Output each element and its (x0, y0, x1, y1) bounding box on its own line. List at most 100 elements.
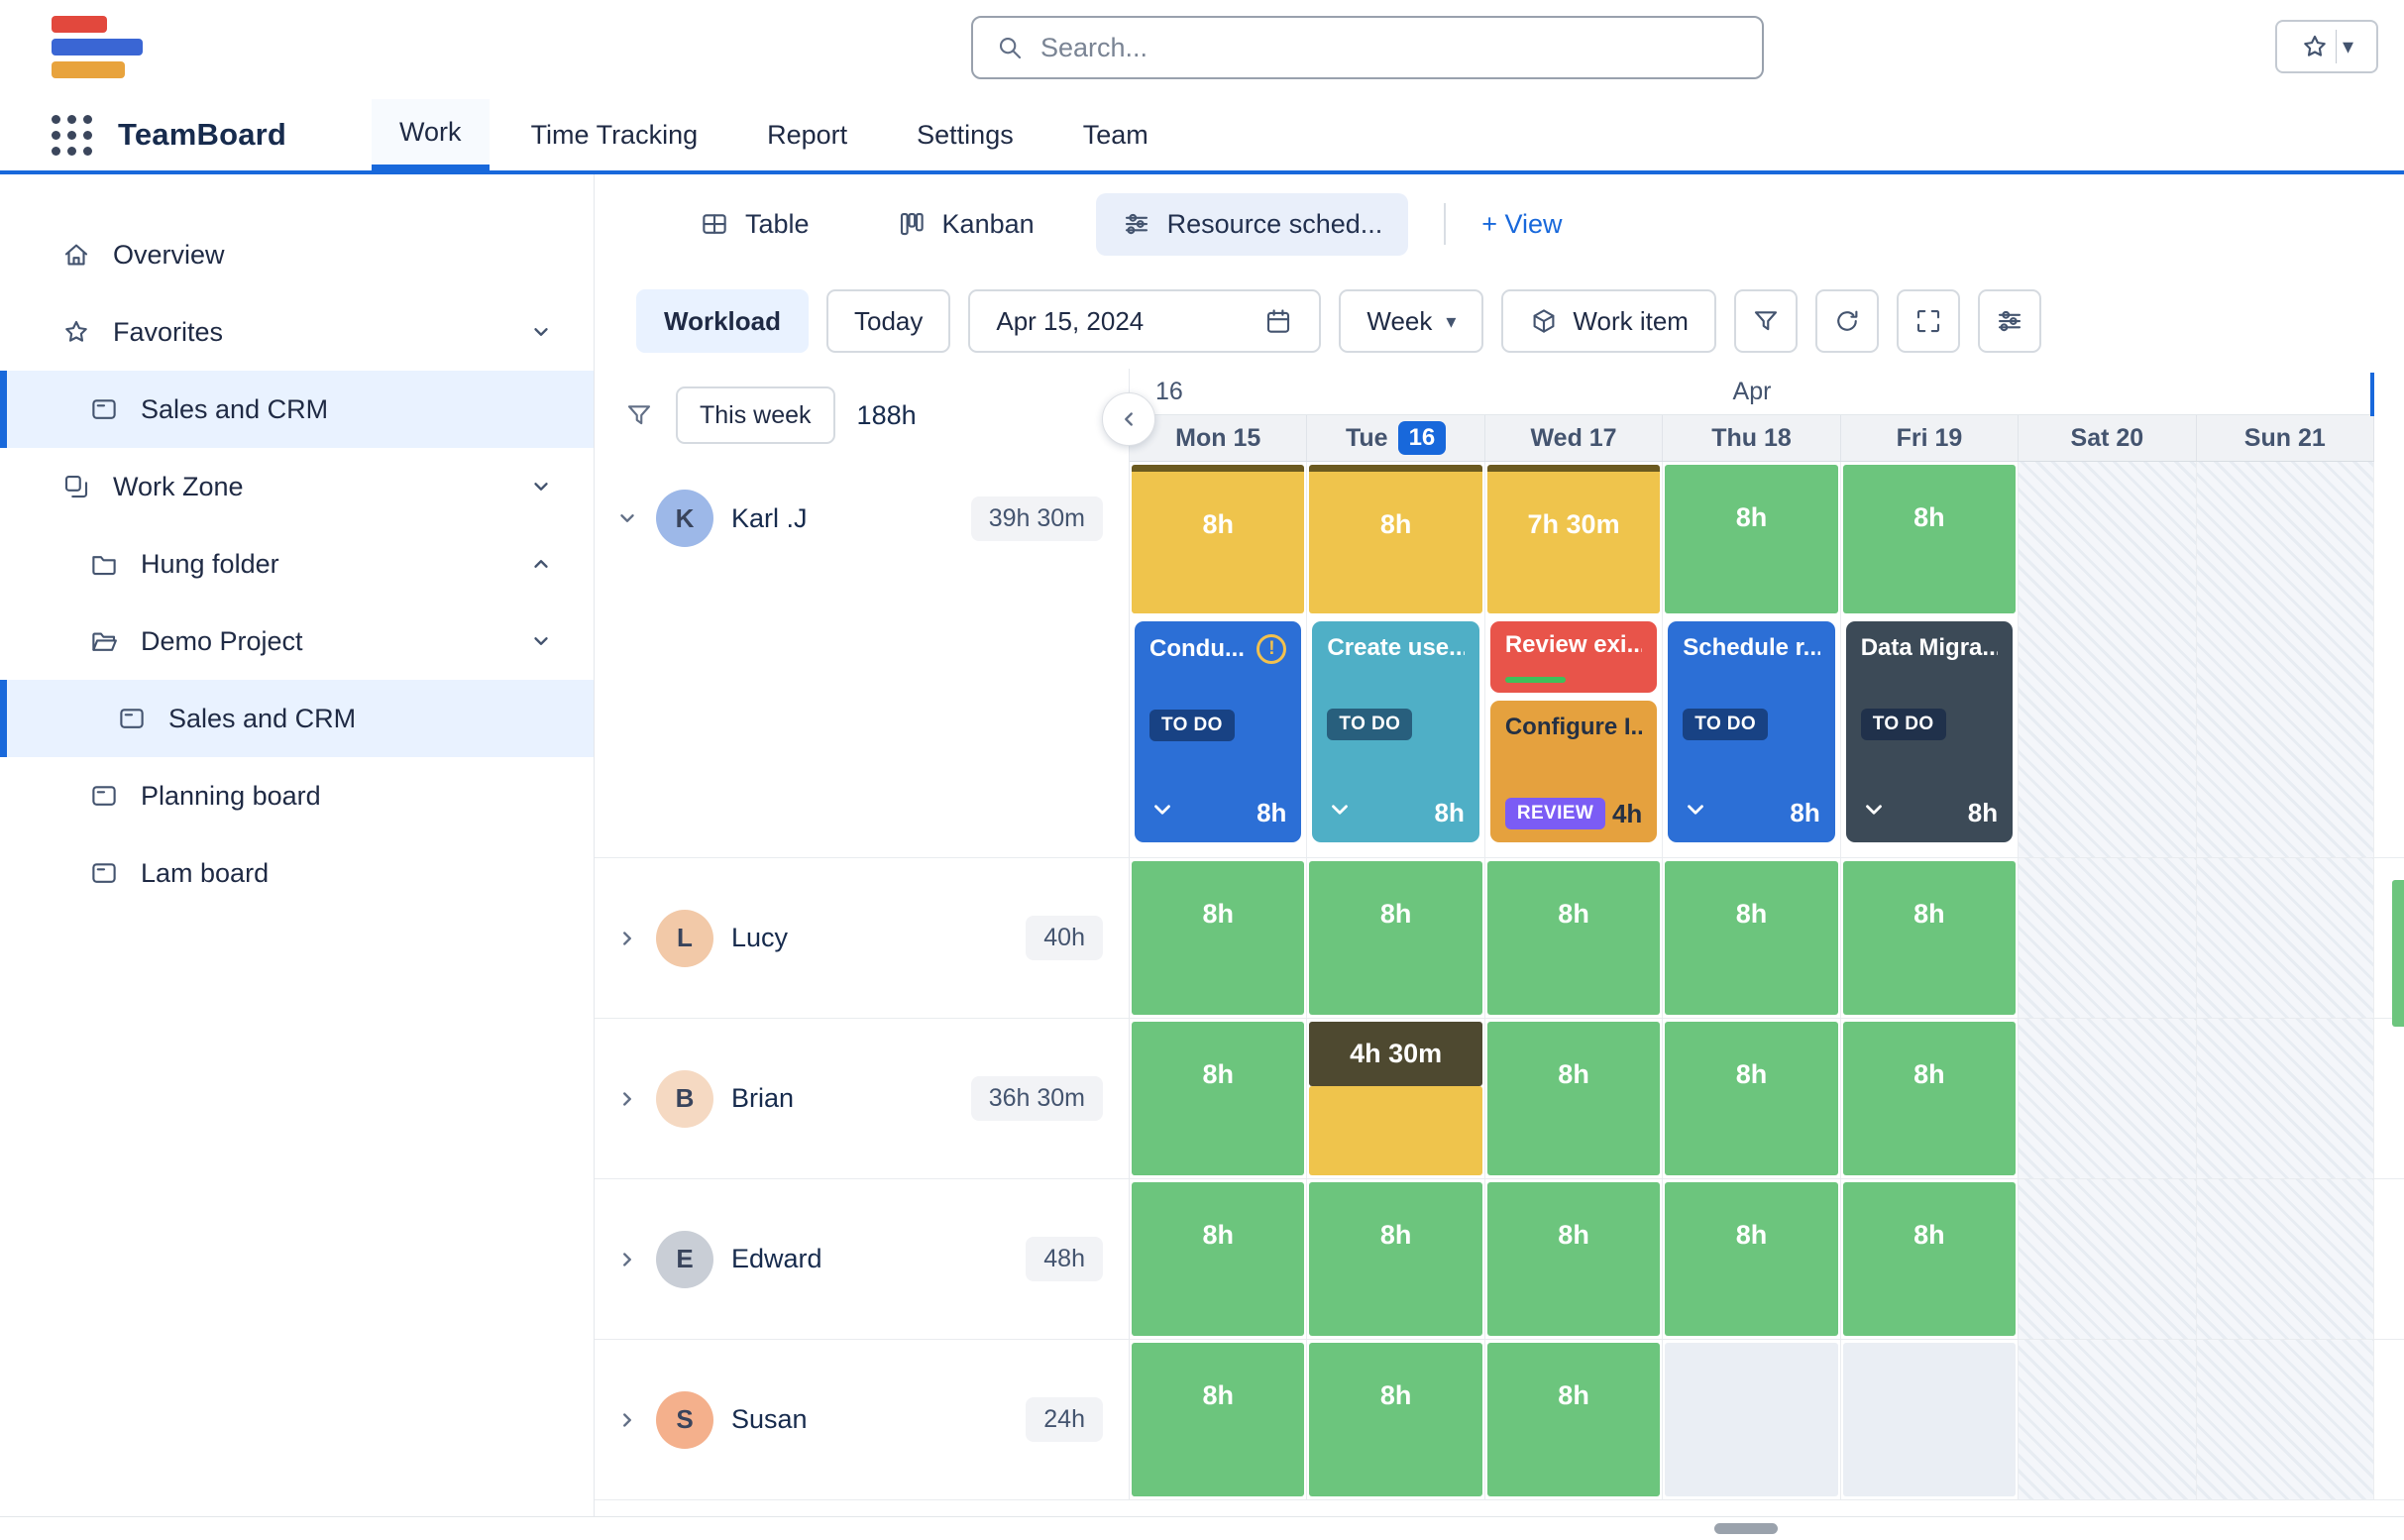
task-card[interactable]: Create use... TO DO 8h (1312, 621, 1478, 842)
schedule-cell[interactable]: 8h (1485, 1340, 1663, 1499)
settings-button[interactable] (1978, 289, 2041, 353)
workload-bar[interactable]: 8h (1843, 1182, 2016, 1336)
resource-info-cell[interactable]: B Brian 36h 30m (595, 1019, 1130, 1178)
workload-bar[interactable]: 8h (1665, 861, 1837, 1015)
schedule-cell[interactable]: 8h (1307, 1179, 1484, 1339)
schedule-cell[interactable]: 4h 30m (1307, 1019, 1484, 1178)
workload-bar[interactable]: 8h (1309, 465, 1481, 613)
schedule-cell[interactable]: 7h 30m Review exi... Configure I... REVIEW… (1485, 462, 1663, 857)
schedule-cell-weekend[interactable] (2197, 462, 2374, 857)
task-card[interactable]: Configure I... REVIEW 4h (1490, 701, 1657, 842)
sidebar-item-hung-folder[interactable]: Hung folder (0, 525, 594, 603)
chevron-down-icon[interactable] (616, 507, 638, 529)
task-card[interactable]: Data Migra... TO DO 8h (1846, 621, 2013, 842)
work-item-button[interactable]: Work item (1501, 289, 1716, 353)
chevron-right-icon[interactable] (616, 928, 638, 949)
sidebar-item-work-zone[interactable]: Work Zone (0, 448, 594, 525)
workload-bar[interactable]: 8h (1843, 1022, 2016, 1175)
schedule-cell[interactable]: 8h (1130, 1340, 1307, 1499)
workload-bar-split[interactable]: 4h 30m (1309, 1022, 1481, 1175)
schedule-cell[interactable]: 8h (1130, 1019, 1307, 1178)
day-header-sat[interactable]: Sat 20 (2019, 415, 2196, 461)
chevron-up-icon[interactable] (530, 553, 552, 575)
schedule-cell[interactable]: 8hCreate use... TO DO 8h (1307, 462, 1484, 857)
schedule-cell[interactable]: 8h (1485, 1019, 1663, 1178)
workload-bar[interactable]: 8h (1487, 1182, 1660, 1336)
schedule-cell-weekend[interactable] (2019, 1340, 2196, 1499)
chevron-down-icon[interactable]: ▾ (2343, 34, 2353, 59)
workload-bar[interactable]: 8h (1309, 1343, 1481, 1496)
workload-bar[interactable]: 8h (1487, 861, 1660, 1015)
workload-bar[interactable]: 8h (1132, 1343, 1304, 1496)
funnel-icon[interactable] (624, 400, 654, 430)
date-picker[interactable]: Apr 15, 2024 (968, 289, 1321, 353)
schedule-cell-weekend[interactable] (2019, 858, 2196, 1018)
workload-bar[interactable]: 8h (1132, 861, 1304, 1015)
chevron-down-icon[interactable] (1149, 797, 1175, 829)
schedule-cell[interactable] (1841, 1340, 2019, 1499)
workload-bar[interactable]: 8h (1487, 1022, 1660, 1175)
schedule-cell[interactable]: 8hSchedule r... TO DO 8h (1663, 462, 1840, 857)
avatar[interactable]: B (656, 1070, 713, 1128)
workload-bar[interactable]: 7h 30m (1487, 465, 1660, 613)
schedule-cell-weekend[interactable] (2019, 1019, 2196, 1178)
nav-tab-team[interactable]: Team (1055, 99, 1176, 170)
schedule-cell-weekend[interactable] (2019, 1179, 2196, 1339)
resource-info-cell[interactable]: K Karl .J 39h 30m (595, 462, 1130, 857)
this-week-button[interactable]: This week (676, 386, 835, 444)
schedule-cell-weekend[interactable] (2019, 462, 2196, 857)
schedule-cell[interactable]: 8h (1663, 1019, 1840, 1178)
chevron-down-icon[interactable] (530, 321, 552, 343)
schedule-cell[interactable]: 8hData Migra... TO DO 8h (1841, 462, 2019, 857)
task-card[interactable]: Review exi... (1490, 621, 1657, 693)
add-view-button[interactable]: + View (1481, 209, 1562, 240)
task-card[interactable]: Schedule r... TO DO 8h (1668, 621, 1834, 842)
sidebar-item-sales-and-crm[interactable]: Sales and CRM (0, 371, 594, 448)
chevron-right-icon[interactable] (616, 1249, 638, 1270)
chevron-down-icon[interactable] (1683, 797, 1708, 829)
sidebar-item-favorites[interactable]: Favorites (0, 293, 594, 371)
schedule-cell[interactable]: 8h (1663, 858, 1840, 1018)
schedule-cell[interactable]: 8h (1130, 858, 1307, 1018)
search-input[interactable] (1040, 33, 1740, 63)
chevron-down-icon[interactable] (1327, 797, 1353, 829)
day-header-tue[interactable]: Tue16 (1307, 415, 1484, 461)
chevron-down-icon[interactable] (530, 630, 552, 652)
workload-bar[interactable]: 8h (1665, 1182, 1837, 1336)
schedule-cell-weekend[interactable] (2197, 1340, 2374, 1499)
workload-bar[interactable]: 8h (1665, 1022, 1837, 1175)
workload-bar[interactable]: 8h (1843, 861, 2016, 1015)
day-header-wed[interactable]: Wed 17 (1485, 415, 1663, 461)
schedule-cell[interactable]: 8h (1307, 1340, 1484, 1499)
day-header-fri[interactable]: Fri 19 (1841, 415, 2019, 461)
global-search[interactable] (971, 16, 1764, 79)
workload-bar[interactable]: 8h (1487, 1343, 1660, 1496)
schedule-cell[interactable] (1663, 1340, 1840, 1499)
nav-tab-settings[interactable]: Settings (889, 99, 1041, 170)
day-header-thu[interactable]: Thu 18 (1663, 415, 1840, 461)
favorites-widget[interactable]: ▾ (2275, 20, 2378, 73)
schedule-cell[interactable]: 8h (1841, 858, 2019, 1018)
today-button[interactable]: Today (826, 289, 950, 353)
avatar[interactable]: L (656, 910, 713, 967)
chevron-down-icon[interactable] (530, 476, 552, 497)
resource-info-cell[interactable]: L Lucy 40h (595, 858, 1130, 1018)
nav-tab-report[interactable]: Report (739, 99, 875, 170)
workload-bar[interactable]: 8h (1665, 465, 1837, 613)
schedule-cell[interactable]: 8h (1663, 1179, 1840, 1339)
workload-bar[interactable]: 8h (1309, 861, 1481, 1015)
fullscreen-button[interactable] (1897, 289, 1960, 353)
schedule-cell[interactable]: 8hCondu...! TO DO 8h (1130, 462, 1307, 857)
workload-bar[interactable]: 8h (1309, 1182, 1481, 1336)
workload-bar[interactable]: 8h (1132, 465, 1304, 613)
schedule-cell-weekend[interactable] (2197, 858, 2374, 1018)
schedule-cell[interactable]: 8h (1485, 858, 1663, 1018)
avatar[interactable]: K (656, 490, 713, 547)
chevron-right-icon[interactable] (616, 1409, 638, 1431)
refresh-button[interactable] (1815, 289, 1879, 353)
view-tab-resource-scheduling[interactable]: Resource sched... (1096, 193, 1409, 256)
range-select[interactable]: Week ▾ (1339, 289, 1483, 353)
avatar[interactable]: S (656, 1391, 713, 1449)
schedule-cell[interactable]: 8h (1841, 1179, 2019, 1339)
workload-bar[interactable]: 8h (1132, 1182, 1304, 1336)
